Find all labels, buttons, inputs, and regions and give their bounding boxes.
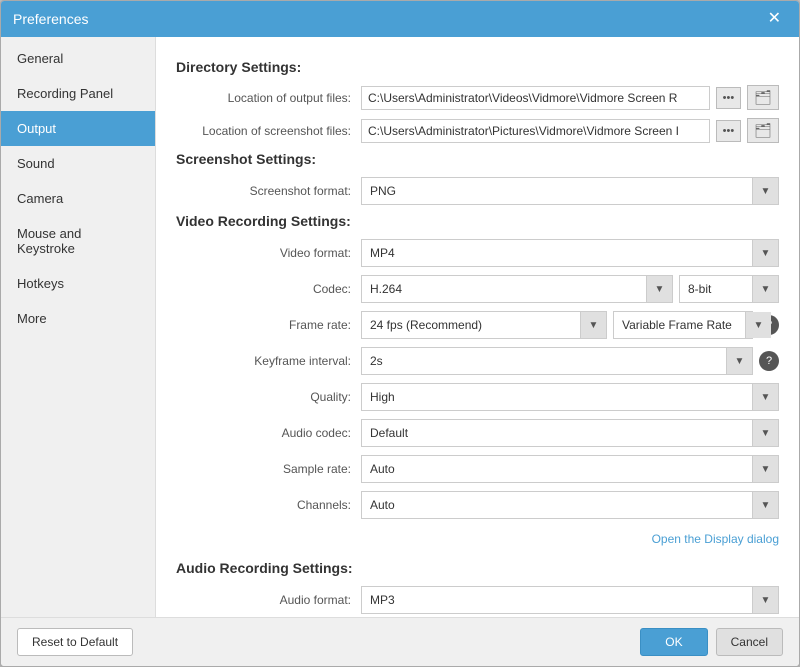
- sidebar: General Recording Panel Output Sound Cam…: [1, 37, 156, 617]
- dialog-title: Preferences: [13, 11, 88, 27]
- screenshot-path-dots-button[interactable]: •••: [716, 120, 742, 142]
- keyframe-select[interactable]: 2s1s3s5s: [362, 350, 726, 372]
- audio-format-label: Audio format:: [176, 593, 361, 607]
- sample-rate-arrow: ▼: [752, 456, 778, 482]
- audio-format-row: Audio format: MP3AACWMAFLAC ▼: [176, 586, 779, 614]
- channels-select[interactable]: AutoMonoStereo: [362, 494, 752, 516]
- screenshot-format-arrow: ▼: [752, 178, 778, 204]
- audio-codec-arrow: ▼: [752, 420, 778, 446]
- framerate-label: Frame rate:: [176, 318, 361, 332]
- channels-select-container: AutoMonoStereo ▼: [361, 491, 779, 519]
- keyframe-arrow: ▼: [726, 348, 752, 374]
- framerate-select[interactable]: 24 fps (Recommend)30 fps60 fps: [362, 314, 580, 336]
- sidebar-item-hotkeys[interactable]: Hotkeys: [1, 266, 155, 301]
- output-path-folder-button[interactable]: 🗂: [747, 85, 779, 110]
- screenshot-path-controls: C:\Users\Administrator\Pictures\Vidmore\…: [361, 118, 779, 143]
- quality-row: Quality: HighMediumLow ▼: [176, 383, 779, 411]
- main-content: Directory Settings: Location of output f…: [156, 37, 799, 617]
- screenshot-format-controls: PNG JPG BMP GIF ▼: [361, 177, 779, 205]
- video-format-row: Video format: MP4MOVAVIWMV ▼: [176, 239, 779, 267]
- screenshot-format-select-container: PNG JPG BMP GIF ▼: [361, 177, 779, 205]
- sidebar-item-recording-panel[interactable]: Recording Panel: [1, 76, 155, 111]
- video-format-select[interactable]: MP4MOVAVIWMV: [362, 242, 752, 264]
- quality-select[interactable]: HighMediumLow: [362, 386, 752, 408]
- video-format-label: Video format:: [176, 246, 361, 260]
- output-path-input[interactable]: C:\Users\Administrator\Videos\Vidmore\Vi…: [361, 86, 710, 110]
- screenshot-format-row: Screenshot format: PNG JPG BMP GIF ▼: [176, 177, 779, 205]
- sidebar-item-general[interactable]: General: [1, 41, 155, 76]
- framerate-arrow: ▼: [580, 312, 606, 338]
- channels-row: Channels: AutoMonoStereo ▼: [176, 491, 779, 519]
- reset-to-default-button[interactable]: Reset to Default: [17, 628, 133, 656]
- keyframe-row: Keyframe interval: 2s1s3s5s ▼ ?: [176, 347, 779, 375]
- sidebar-item-sound[interactable]: Sound: [1, 146, 155, 181]
- output-path-dots-button[interactable]: •••: [716, 87, 742, 109]
- title-bar: Preferences ✕: [1, 1, 799, 37]
- audio-codec-row: Audio codec: DefaultAACMP3 ▼: [176, 419, 779, 447]
- video-format-select-container: MP4MOVAVIWMV ▼: [361, 239, 779, 267]
- codec-arrow: ▼: [646, 276, 672, 302]
- ok-button[interactable]: OK: [640, 628, 707, 656]
- folder-icon-2: 🗂: [754, 122, 772, 138]
- output-path-label: Location of output files:: [176, 91, 361, 105]
- audio-format-select-container: MP3AACWMAFLAC ▼: [361, 586, 779, 614]
- channels-label: Channels:: [176, 498, 361, 512]
- screenshot-path-folder-button[interactable]: 🗂: [747, 118, 779, 143]
- channels-arrow: ▼: [752, 492, 778, 518]
- bitdepth-select-container: 8-bit10-bit ▼: [679, 275, 779, 303]
- framerate-select-container: 24 fps (Recommend)30 fps60 fps ▼: [361, 311, 607, 339]
- cancel-button[interactable]: Cancel: [716, 628, 783, 656]
- quality-select-container: HighMediumLow ▼: [361, 383, 779, 411]
- video-format-arrow: ▼: [752, 240, 778, 266]
- output-path-controls: C:\Users\Administrator\Videos\Vidmore\Vi…: [361, 85, 779, 110]
- screenshot-path-label: Location of screenshot files:: [176, 124, 361, 138]
- sidebar-item-camera[interactable]: Camera: [1, 181, 155, 216]
- keyframe-help-button[interactable]: ?: [759, 351, 779, 371]
- sidebar-item-output[interactable]: Output: [1, 111, 155, 146]
- quality-arrow: ▼: [752, 384, 778, 410]
- sample-rate-label: Sample rate:: [176, 462, 361, 476]
- vfr-select[interactable]: Variable Frame RateConstant Frame Rate: [614, 314, 745, 336]
- output-path-row: Location of output files: C:\Users\Admin…: [176, 85, 779, 110]
- preferences-dialog: Preferences ✕ General Recording Panel Ou…: [0, 0, 800, 667]
- framerate-row: Frame rate: 24 fps (Recommend)30 fps60 f…: [176, 311, 779, 339]
- sample-rate-select-container: Auto44100 Hz48000 Hz ▼: [361, 455, 779, 483]
- screenshot-path-row: Location of screenshot files: C:\Users\A…: [176, 118, 779, 143]
- audio-section-title: Audio Recording Settings:: [176, 560, 779, 576]
- keyframe-label: Keyframe interval:: [176, 354, 361, 368]
- screenshot-format-label: Screenshot format:: [176, 184, 361, 198]
- footer-right: OK Cancel: [640, 628, 783, 656]
- quality-label: Quality:: [176, 390, 361, 404]
- screenshot-path-input[interactable]: C:\Users\Administrator\Pictures\Vidmore\…: [361, 119, 710, 143]
- folder-icon: 🗂: [754, 89, 772, 105]
- codec-select-container: H.264H.265VP8 ▼: [361, 275, 673, 303]
- audio-codec-label: Audio codec:: [176, 426, 361, 440]
- audio-format-arrow: ▼: [752, 587, 778, 613]
- audio-format-select[interactable]: MP3AACWMAFLAC: [362, 589, 752, 611]
- sample-rate-row: Sample rate: Auto44100 Hz48000 Hz ▼: [176, 455, 779, 483]
- display-dialog-link[interactable]: Open the Display dialog: [652, 532, 779, 546]
- sample-rate-select[interactable]: Auto44100 Hz48000 Hz: [362, 458, 752, 480]
- content-area: General Recording Panel Output Sound Cam…: [1, 37, 799, 617]
- vfr-select-container: Variable Frame RateConstant Frame Rate ▼: [613, 311, 753, 339]
- screenshot-section-title: Screenshot Settings:: [176, 151, 779, 167]
- directory-section-title: Directory Settings:: [176, 59, 779, 75]
- video-codec-row: Codec: H.264H.265VP8 ▼ 8-bit10-bit ▼: [176, 275, 779, 303]
- codec-select[interactable]: H.264H.265VP8: [362, 278, 646, 300]
- bitdepth-arrow: ▼: [752, 276, 778, 302]
- screenshot-format-select[interactable]: PNG JPG BMP GIF: [362, 180, 752, 202]
- video-section-title: Video Recording Settings:: [176, 213, 779, 229]
- display-link-row: Open the Display dialog: [176, 527, 779, 552]
- vfr-arrow: ▼: [745, 312, 771, 338]
- audio-codec-select-container: DefaultAACMP3 ▼: [361, 419, 779, 447]
- close-button[interactable]: ✕: [762, 9, 787, 29]
- bitdepth-select[interactable]: 8-bit10-bit: [680, 278, 752, 300]
- sidebar-item-more[interactable]: More: [1, 301, 155, 336]
- sidebar-item-mouse-keystroke[interactable]: Mouse and Keystroke: [1, 216, 155, 266]
- keyframe-select-container: 2s1s3s5s ▼: [361, 347, 753, 375]
- video-codec-label: Codec:: [176, 282, 361, 296]
- audio-codec-select[interactable]: DefaultAACMP3: [362, 422, 752, 444]
- footer: Reset to Default OK Cancel: [1, 617, 799, 666]
